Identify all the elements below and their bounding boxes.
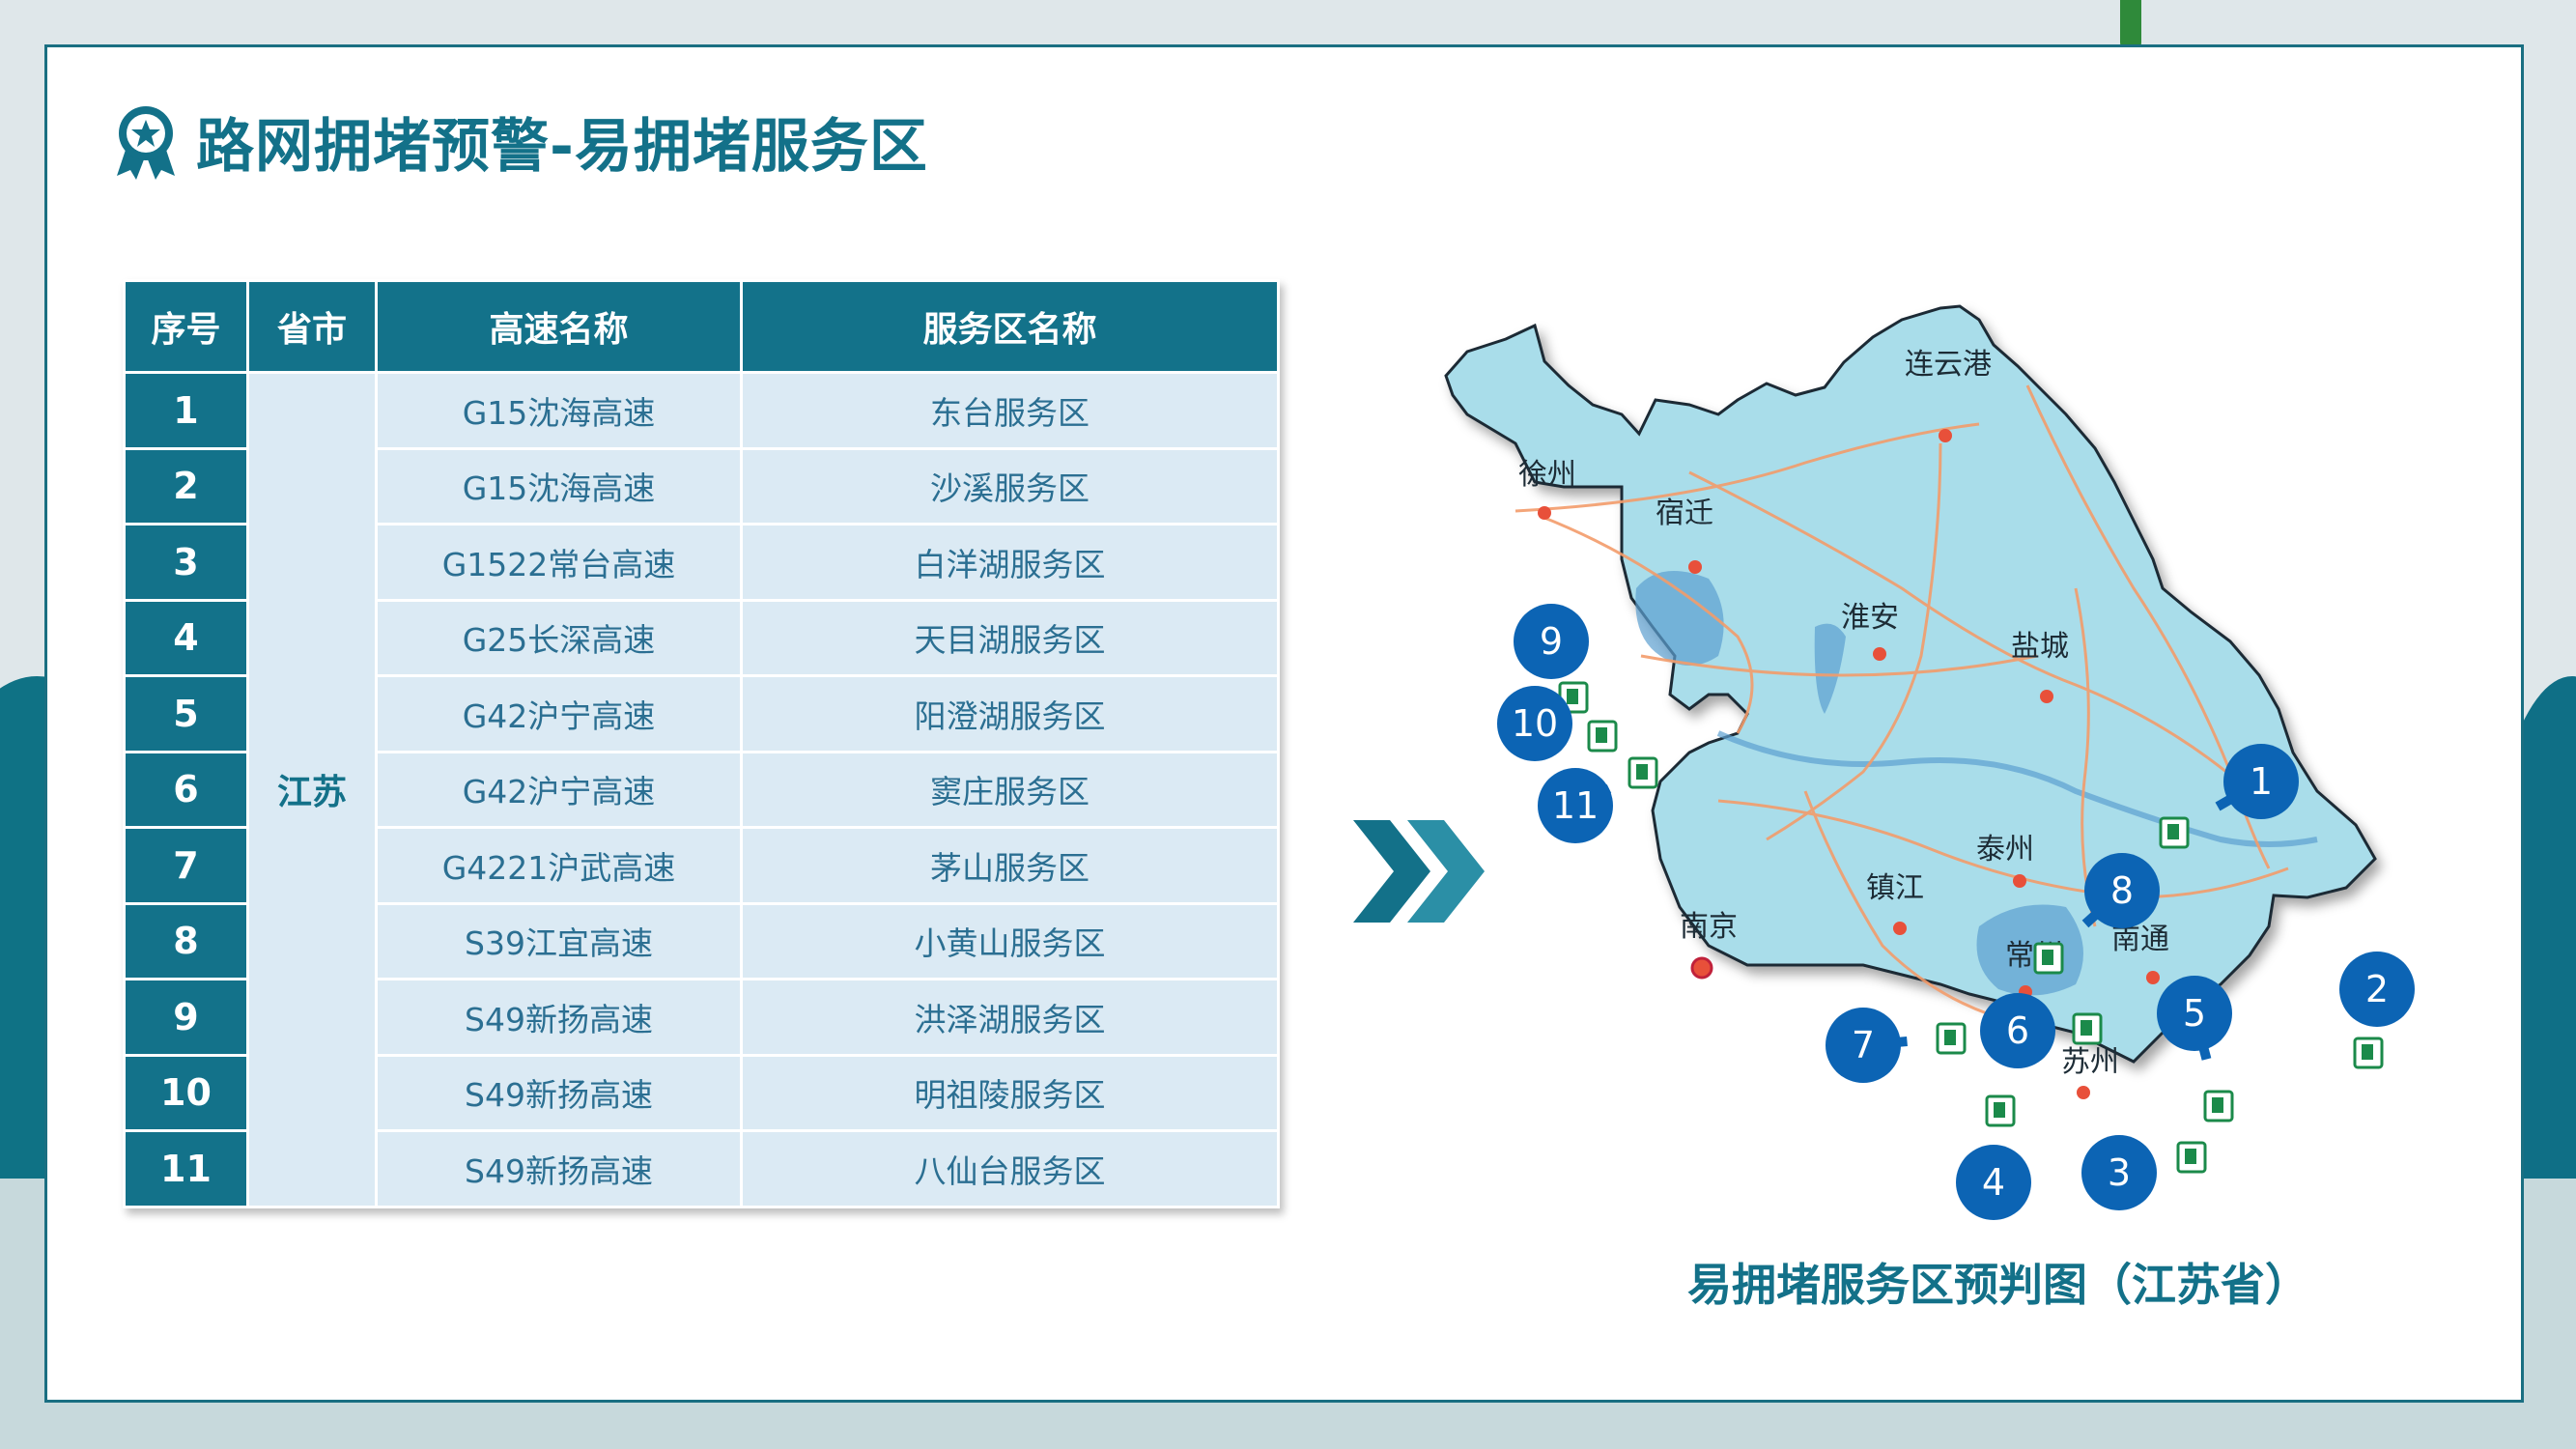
city-dot [1873,647,1886,661]
city-label: 淮安 [1841,601,1899,635]
highway-name: S39江宜高速 [375,901,743,980]
header-highway: 高速名称 [375,279,743,374]
marker-label: 5 [2183,992,2206,1035]
highway-name: G42沪宁高速 [375,750,743,829]
fuel-pump-icon [2033,942,2064,975]
row-number: 10 [123,1053,249,1132]
highway-name: S49新扬高速 [375,1129,743,1208]
map-caption: 易拥堵服务区预判图（江苏省） [1687,1259,2309,1311]
marker-label: 2 [2365,968,2389,1010]
service-area-name: 八仙台服务区 [740,1129,1280,1208]
service-area-name: 阳澄湖服务区 [740,674,1280,753]
row-number: 2 [123,446,249,526]
header-service-area: 服务区名称 [740,279,1280,374]
city-dot [1538,506,1551,520]
service-area-name: 白洋湖服务区 [740,523,1280,602]
service-area-name: 洪泽湖服务区 [740,978,1280,1057]
row-number: 4 [123,598,249,677]
slide-card: 路网拥堵预警-易拥堵服务区 序号 省市 高速名称 服务区名称 1 江苏 G15沈… [44,44,2524,1403]
hongze-lake [1635,571,1724,666]
row-number: 11 [123,1129,249,1208]
fuel-pump-icon [2072,1012,2103,1045]
row-number: 5 [123,674,249,753]
highway-name: G15沈海高速 [375,371,743,450]
service-area-name: 茅山服务区 [740,826,1280,905]
highway-name: S49新扬高速 [375,1053,743,1132]
page-title: 路网拥堵预警-易拥堵服务区 [196,112,928,181]
row-number: 9 [123,978,249,1057]
table-row: 1 江苏 G15沈海高速 东台服务区 [123,371,1280,1208]
marker-label: 9 [1540,620,1563,663]
city-label: 南京 [1680,910,1738,944]
fuel-pump-icon [1936,1022,1967,1055]
city-dot [2040,690,2053,703]
city-dot [1893,922,1907,935]
fuel-pump-icon [2159,816,2190,849]
service-area-name: 天目湖服务区 [740,598,1280,677]
fuel-pump-icon [2203,1090,2234,1122]
fuel-pump-icon [1587,720,1618,753]
city-dot [2146,971,2160,984]
city-dot [1939,429,1952,442]
header-no: 序号 [123,279,249,374]
fuel-pump-icon [1628,756,1658,789]
marker-label: 7 [1852,1024,1875,1066]
city-label: 苏州 [2061,1045,2119,1079]
title-row: 路网拥堵预警-易拥堵服务区 [105,98,928,185]
city-label: 盐城 [2011,630,2069,664]
marker-label: 10 [1512,702,1558,745]
marker-label: 1 [2250,760,2273,803]
row-number: 7 [123,826,249,905]
jiangsu-map: 连云港徐州宿迁淮安盐城泰州镇江南京南通常州苏州 [1400,270,2491,1236]
service-area-name: 明祖陵服务区 [740,1053,1280,1132]
highway-name: G1522常台高速 [375,523,743,602]
highway-name: G42沪宁高速 [375,674,743,753]
service-area-table: 序号 省市 高速名称 服务区名称 1 江苏 G15沈海高速 东台服务区 2 G1… [123,279,1280,1208]
marker-label: 3 [2108,1151,2131,1194]
service-area-name: 东台服务区 [740,371,1280,450]
fuel-pump-icon [2353,1037,2384,1069]
city-label: 泰州 [1976,833,2034,867]
highway-name: G25长深高速 [375,598,743,677]
fuel-pump-icon [1985,1094,2016,1127]
city-dot [1688,560,1702,574]
city-label: 宿迁 [1656,497,1713,530]
highway-name: G15沈海高速 [375,446,743,526]
service-area-name: 窦庄服务区 [740,750,1280,829]
row-number: 8 [123,901,249,980]
marker-label: 11 [1552,784,1599,827]
marker-label: 4 [1982,1161,2005,1204]
city-dot [1690,956,1713,980]
row-number: 1 [123,371,249,450]
highway-name: S49新扬高速 [375,978,743,1057]
header-province: 省市 [246,279,378,374]
fuel-pump-icon [2176,1141,2207,1174]
row-number: 3 [123,523,249,602]
city-label: 徐州 [1518,458,1576,492]
ribbon-badge-icon [105,100,186,182]
table-header-row: 序号 省市 高速名称 服务区名称 [123,279,1280,374]
city-dot [2013,874,2026,888]
city-label: 连云港 [1905,348,1992,382]
city-dot [2077,1086,2090,1099]
province-cell: 江苏 [246,371,378,1208]
marker-label: 8 [2110,869,2134,912]
city-label: 镇江 [1866,871,1924,905]
service-area-name: 小黄山服务区 [740,901,1280,980]
row-number: 6 [123,750,249,829]
marker-label: 6 [2006,1009,2029,1052]
service-area-name: 沙溪服务区 [740,446,1280,526]
highway-name: G4221沪武高速 [375,826,743,905]
